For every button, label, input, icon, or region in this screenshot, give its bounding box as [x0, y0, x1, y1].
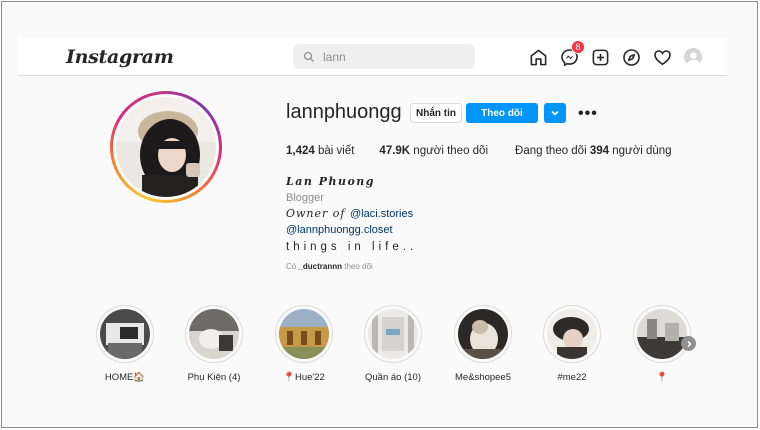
chevron-right-icon: [686, 340, 692, 347]
highlight-cover: [279, 309, 329, 359]
follow-button[interactable]: Theo dõi: [466, 103, 538, 123]
highlight-item[interactable]: HOME🏠: [80, 305, 170, 383]
search-input[interactable]: lann: [293, 44, 475, 69]
posts-stat: 1,424 bài viết: [286, 145, 355, 157]
profile-bio: Lan Phuong Blogger Owner of @laci.storie…: [286, 174, 417, 275]
nav-icons: 8: [527, 40, 713, 68]
explore-icon[interactable]: [620, 46, 642, 68]
bio-owner-line: Owner of @laci.stories: [286, 207, 414, 220]
highlight-label: #me22: [557, 372, 587, 383]
highlight-label: Quần áo (10): [365, 372, 421, 383]
top-navigation: Instagram lann 8: [18, 38, 727, 76]
highlight-cover: [100, 309, 150, 359]
highlights-next-button[interactable]: [681, 336, 696, 351]
highlight-item[interactable]: Me&shopee5: [438, 305, 528, 383]
profile-full-name: Lan Phuong: [286, 175, 375, 188]
bio-tagline: things in life..: [286, 241, 418, 253]
browser-frame: Instagram lann 8 lannphuongg Nhắn tin Th…: [1, 1, 758, 428]
profile-picture-ring[interactable]: [110, 91, 222, 203]
laci-stories-link[interactable]: @laci.stories: [350, 208, 413, 220]
search-text: lann: [323, 49, 346, 64]
message-button[interactable]: Nhắn tin: [410, 103, 462, 123]
highlight-label: HOME🏠: [104, 372, 146, 383]
highlight-label: 📍Hue'22: [283, 372, 325, 383]
highlight-cover: [189, 309, 239, 359]
highlight-cover: [368, 309, 418, 359]
highlight-item[interactable]: 📍Hue'22: [259, 305, 349, 383]
highlight-cover: [458, 309, 508, 359]
profile-avatar[interactable]: [682, 46, 704, 68]
highlight-item[interactable]: Phụ Kiện (4): [169, 305, 259, 383]
highlight-item[interactable]: Quần áo (10): [348, 305, 438, 383]
closet-link[interactable]: @lannphuongg.closet: [286, 224, 393, 236]
profile-username: lannphuongg: [286, 101, 402, 123]
followers-stat[interactable]: 47.9K người theo dõi: [379, 145, 488, 157]
new-post-icon[interactable]: [589, 46, 611, 68]
profile-picture: [116, 97, 216, 197]
notification-badge: 8: [571, 40, 585, 54]
highlight-item[interactable]: #me22: [527, 305, 617, 383]
highlight-label: Me&shopee5: [455, 372, 511, 383]
highlight-label: Phụ Kiện (4): [187, 372, 241, 383]
home-icon[interactable]: [527, 46, 549, 68]
more-options-icon[interactable]: •••: [578, 105, 598, 123]
suggested-accounts-button[interactable]: [544, 103, 566, 123]
instagram-logo[interactable]: Instagram: [66, 46, 174, 68]
followed-by-text[interactable]: Có _ductrannn theo dõi: [286, 259, 417, 275]
chevron-down-icon: [551, 110, 559, 116]
following-stat[interactable]: Đang theo dõi 394 người dùng: [515, 145, 672, 157]
profile-category: Blogger: [286, 192, 324, 204]
activity-heart-icon[interactable]: [651, 46, 673, 68]
search-icon: [303, 51, 314, 62]
highlight-label: 📍: [656, 372, 668, 383]
profile-stats: 1,424 bài viết 47.9K người theo dõi Đang…: [286, 145, 672, 157]
highlight-cover: [547, 309, 597, 359]
messenger-icon[interactable]: 8: [558, 40, 585, 68]
highlight-cover: [637, 309, 687, 359]
